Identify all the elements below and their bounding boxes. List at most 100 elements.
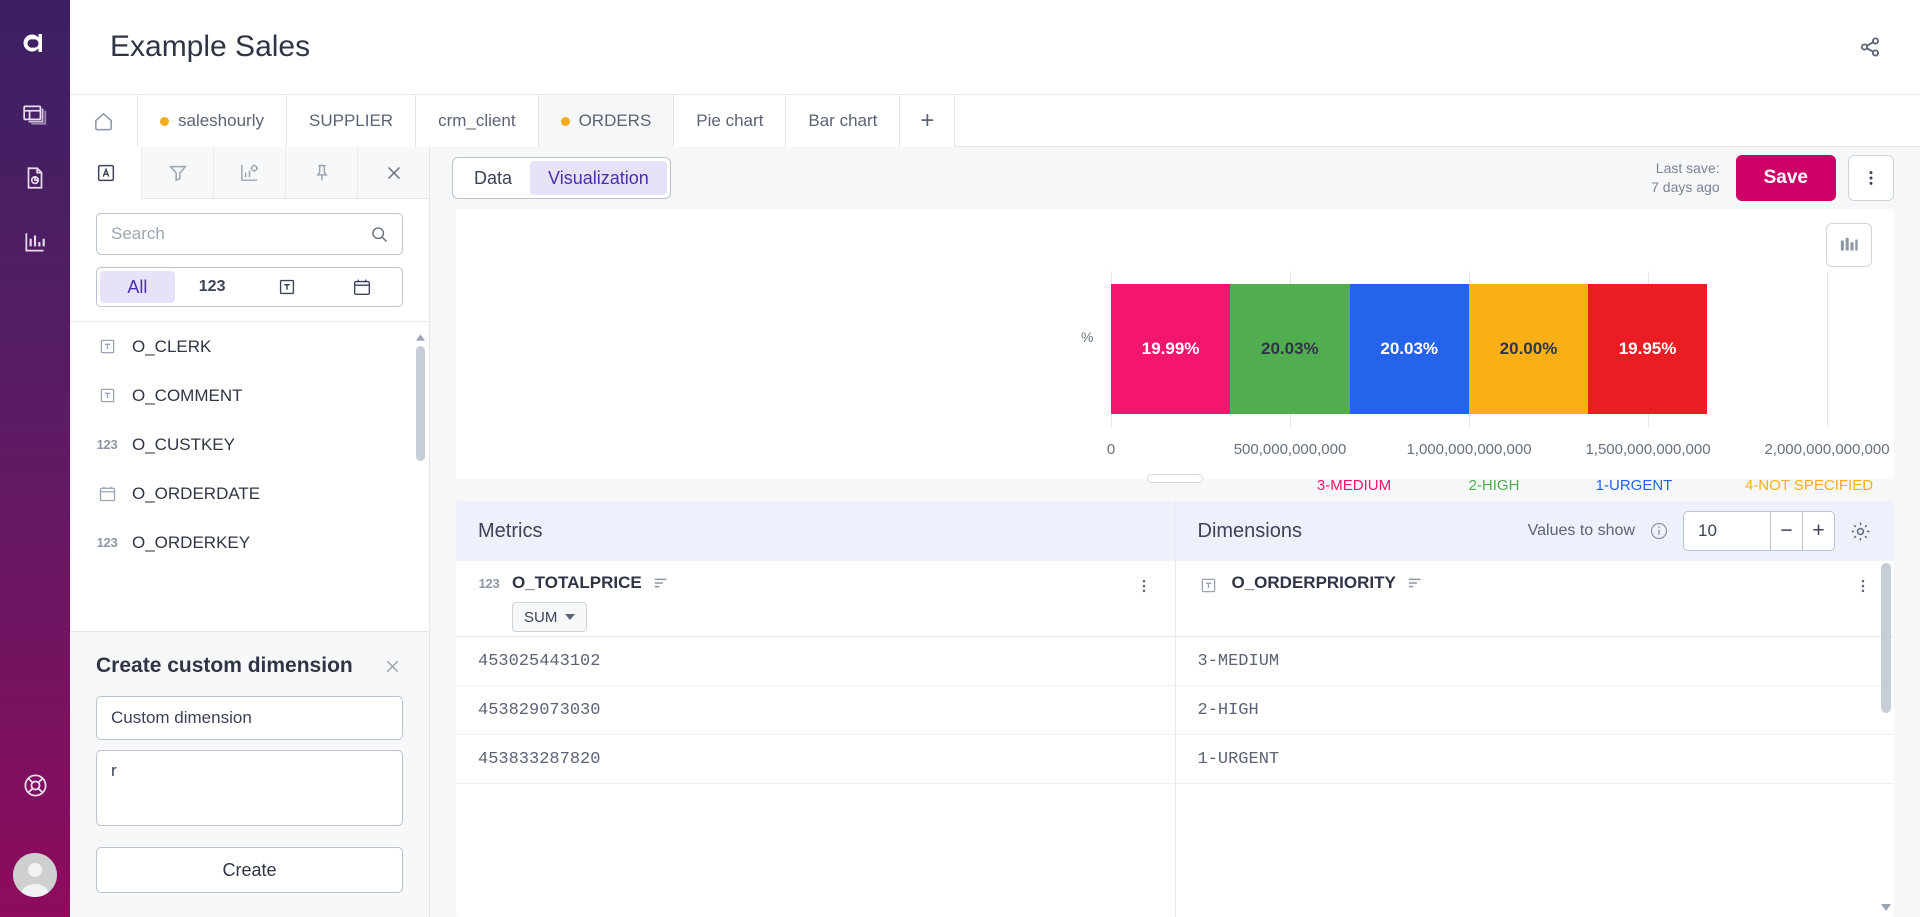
tab-status-dot — [160, 117, 169, 126]
rail-bottom-group — [0, 763, 70, 897]
table-scrollbar[interactable] — [1881, 563, 1891, 913]
scroll-down-icon[interactable] — [1881, 901, 1891, 913]
tab-pie-chart[interactable]: Pie chart — [674, 95, 786, 147]
list-item[interactable]: 123 O_ORDERKEY — [70, 518, 429, 567]
increment-button[interactable]: + — [1802, 512, 1834, 550]
metrics-header: Metrics — [456, 501, 1175, 561]
custom-dimension-header: Create custom dimension — [96, 654, 403, 678]
scrollbar-thumb[interactable] — [416, 346, 425, 461]
tab-saleshourly[interactable]: saleshourly — [138, 95, 287, 147]
tab-crm-client[interactable]: crm_client — [416, 95, 538, 147]
sidebar-item-charts[interactable] — [13, 220, 57, 264]
x-tick: 0 — [1107, 441, 1115, 458]
more-vertical-icon[interactable] — [1848, 155, 1894, 201]
info-icon[interactable] — [1649, 521, 1669, 541]
tab-label: Pie chart — [696, 111, 763, 131]
tab-supplier[interactable]: SUPPLIER — [287, 95, 416, 147]
chevron-down-icon — [565, 614, 575, 621]
panel-tab-pin[interactable] — [286, 147, 358, 198]
type-filter-all[interactable]: All — [100, 271, 175, 303]
more-vertical-icon[interactable] — [1854, 573, 1872, 595]
bar-segment-3-medium[interactable]: 19.99% — [1111, 284, 1230, 414]
tab-home[interactable] — [70, 95, 138, 147]
panel-tab-chart-settings[interactable] — [214, 147, 286, 198]
table-row: 1-URGENT — [1176, 735, 1895, 784]
tab-label: Bar chart — [808, 111, 877, 131]
save-button[interactable]: Save — [1736, 155, 1836, 201]
toggle-visualization[interactable]: Visualization — [530, 161, 667, 195]
user-avatar[interactable] — [13, 853, 57, 897]
dimensions-column: Dimensions Values to show 10 — [1176, 501, 1895, 917]
number-type-icon: 123 — [478, 573, 500, 591]
number-type-icon: 123 — [96, 535, 118, 550]
tab-status-dot — [561, 117, 570, 126]
panel-tab-fields[interactable] — [70, 147, 142, 199]
a-logo[interactable] — [20, 28, 50, 58]
sidebar-item-documents[interactable] — [13, 156, 57, 200]
last-save-label: Last save: — [1651, 159, 1720, 178]
dimension-field-line: O_ORDERPRIORITY — [1232, 573, 1843, 593]
more-vertical-icon[interactable] — [1135, 573, 1153, 595]
chart-type-button[interactable] — [1826, 223, 1872, 267]
page-title: Example Sales — [110, 30, 310, 64]
text-type-icon — [96, 336, 118, 357]
values-to-show-label: Values to show — [1528, 522, 1635, 540]
dimensions-header: Dimensions Values to show 10 — [1176, 501, 1895, 561]
sort-icon[interactable] — [1407, 575, 1425, 591]
scroll-up-icon[interactable] — [416, 332, 425, 342]
body-row: All 123 — [70, 147, 1920, 917]
chart-scroll-handle[interactable] — [1147, 474, 1203, 483]
aggregation-dropdown[interactable]: SUM — [512, 602, 587, 632]
panel-tab-close[interactable] — [358, 147, 429, 198]
search-box[interactable] — [96, 213, 403, 255]
create-button[interactable]: Create — [96, 847, 403, 893]
field-label: O_COMMENT — [132, 386, 243, 406]
add-tab-button[interactable]: + — [900, 95, 955, 147]
content-area: Data Visualization Last save: 7 days ago… — [430, 147, 1920, 917]
panel-tab-filters[interactable] — [142, 147, 214, 198]
list-item[interactable]: O_ORDERDATE — [70, 469, 429, 518]
share-icon[interactable] — [1848, 25, 1892, 69]
scrollbar-thumb[interactable] — [1881, 563, 1891, 713]
list-item[interactable]: O_CLERK — [70, 322, 429, 371]
legend-item-4-not-specified[interactable]: 4-NOT SPECIFIED — [1745, 477, 1873, 494]
field-label: O_CLERK — [132, 337, 211, 357]
gear-icon[interactable] — [1849, 520, 1872, 543]
last-save-value: 7 days ago — [1651, 178, 1720, 197]
legend-item-2-high[interactable]: 2-HIGH — [1469, 477, 1520, 494]
search-input[interactable] — [111, 224, 369, 244]
close-icon[interactable] — [382, 656, 403, 677]
metrics-column: Metrics 123 O_TOTALPRICE — [456, 501, 1176, 917]
table-row: 3-MEDIUM — [1176, 637, 1895, 686]
tab-orders[interactable]: ORDERS — [539, 95, 675, 147]
toggle-data[interactable]: Data — [456, 161, 530, 195]
metric-field-main: O_TOTALPRICE SUM — [512, 573, 1123, 632]
type-filter-date[interactable] — [324, 271, 399, 303]
primary-nav-rail — [0, 0, 70, 917]
values-to-show-value[interactable]: 10 — [1684, 521, 1770, 541]
custom-dimension-name-input[interactable] — [96, 696, 403, 740]
type-filter-number[interactable]: 123 — [175, 271, 250, 303]
custom-dimension-formula-input[interactable] — [96, 750, 403, 826]
values-to-show-stepper[interactable]: 10 − + — [1683, 511, 1835, 551]
lifebuoy-icon[interactable] — [13, 763, 57, 807]
x-tick: 500,000,000,000 — [1234, 441, 1347, 458]
decrement-button[interactable]: − — [1770, 512, 1802, 550]
table-row: 453833287820 — [456, 735, 1175, 784]
type-filter-text[interactable] — [250, 271, 325, 303]
last-save-info: Last save: 7 days ago — [1651, 159, 1720, 197]
bar-segment-4-not-specified[interactable]: 20.00% — [1469, 284, 1588, 414]
legend-item-3-medium[interactable]: 3-MEDIUM — [1317, 477, 1391, 494]
sort-icon[interactable] — [653, 575, 671, 591]
sidebar-item-tables[interactable] — [13, 92, 57, 136]
metrics-dimensions-table: Metrics 123 O_TOTALPRICE — [456, 501, 1894, 917]
list-item[interactable]: 123 O_CUSTKEY — [70, 420, 429, 469]
bar-segment-5-low[interactable]: 19.95% — [1588, 284, 1707, 414]
list-item[interactable]: O_COMMENT — [70, 371, 429, 420]
bar-segment-1-urgent[interactable]: 20.03% — [1350, 284, 1469, 414]
legend-item-1-urgent[interactable]: 1-URGENT — [1596, 477, 1673, 494]
stacked-bar: 19.99% 20.03% 20.03% 20.00% 19.95% — [1111, 284, 1707, 414]
tab-bar-chart[interactable]: Bar chart — [786, 95, 900, 147]
bar-segment-2-high[interactable]: 20.03% — [1230, 284, 1349, 414]
dimensions-title: Dimensions — [1198, 520, 1302, 543]
